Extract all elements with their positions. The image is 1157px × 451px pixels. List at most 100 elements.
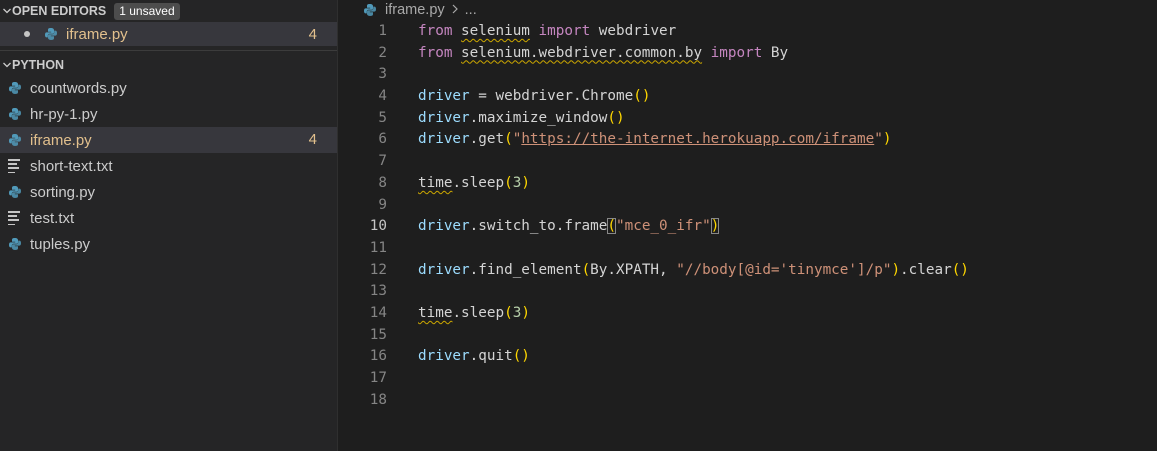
code-line[interactable]: 13 xyxy=(339,281,1157,303)
breadcrumb-symbol[interactable]: ... xyxy=(465,2,477,18)
code-token: () xyxy=(633,88,651,105)
chevron-down-icon xyxy=(2,1,12,21)
breadcrumb-file[interactable]: iframe.py xyxy=(385,2,445,18)
line-number: 10 xyxy=(369,218,387,235)
chevron-down-icon xyxy=(2,55,12,75)
line-text: driver = webdriver.Chrome() xyxy=(418,86,650,108)
code-line[interactable]: 10 driver.switch_to.frame("mce_0_ifr") xyxy=(339,216,1157,238)
code-line[interactable]: 6 driver.get("https://the-internet.heroku… xyxy=(339,129,1157,151)
code-token: from xyxy=(418,23,453,39)
code-line[interactable]: 2 from selenium.webdriver.common.by impor… xyxy=(339,43,1157,65)
python-icon xyxy=(8,133,22,147)
code-token: webdriver xyxy=(590,23,677,39)
text-file-icon xyxy=(8,159,20,174)
code-token: ( xyxy=(607,218,616,235)
code-line[interactable]: 17 xyxy=(339,368,1157,390)
file-name: sorting.py xyxy=(30,184,96,201)
file-item-sorting[interactable]: sorting.py xyxy=(0,179,337,205)
python-icon xyxy=(8,107,22,121)
line-number: 8 xyxy=(378,174,387,191)
code-token: selenium.webdriver.common.by xyxy=(461,44,703,61)
line-text: driver.maximize_window() xyxy=(418,108,625,130)
code-token: = webdriver. xyxy=(469,88,582,105)
code-line[interactable]: 16 driver.quit() xyxy=(339,346,1157,368)
code-line[interactable]: 8 time.sleep(3) xyxy=(339,173,1157,195)
line-number: 11 xyxy=(369,239,387,256)
line-number: 9 xyxy=(378,196,387,213)
code-line[interactable]: 18 xyxy=(339,390,1157,412)
line-text: driver.find_element(By.XPATH, "//body[@i… xyxy=(418,260,969,282)
code-line[interactable]: 5 driver.maximize_window() xyxy=(339,108,1157,130)
open-editors-title: OPEN EDITORS xyxy=(12,4,107,18)
code-token: .switch_to.frame xyxy=(469,218,608,235)
line-text: time.sleep(3) xyxy=(418,303,530,325)
code-editor[interactable]: iframe.py ... 1 from selenium import webd… xyxy=(339,0,1157,451)
line-number: 16 xyxy=(369,348,387,365)
line-number: 7 xyxy=(378,153,387,170)
python-icon xyxy=(8,185,22,199)
line-text: driver.quit() xyxy=(418,346,530,368)
code-line[interactable]: 3 xyxy=(339,64,1157,86)
problems-count: 4 xyxy=(308,131,317,148)
python-icon xyxy=(363,3,377,17)
code-lines[interactable]: 1 from selenium import webdriver 2 from sel… xyxy=(339,21,1157,411)
code-line[interactable]: 1 from selenium import webdriver xyxy=(339,21,1157,43)
line-number: 14 xyxy=(369,304,387,321)
line-text: from selenium.webdriver.common.by import… xyxy=(418,43,788,65)
code-token: driver xyxy=(418,348,470,365)
file-name: short-text.txt xyxy=(30,158,113,175)
unsaved-badge: 1 unsaved xyxy=(114,2,180,20)
code-token: ( xyxy=(504,131,513,148)
code-token: .quit xyxy=(469,348,513,365)
python-icon xyxy=(44,27,58,41)
file-item-countwords[interactable]: countwords.py xyxy=(0,75,337,101)
line-text: time.sleep(3) xyxy=(418,173,530,195)
open-editors-header[interactable]: OPEN EDITORS 1 unsaved xyxy=(0,0,337,22)
line-text: from selenium import webdriver xyxy=(418,21,676,43)
code-token: By xyxy=(762,44,789,61)
code-token: ) xyxy=(521,304,530,321)
line-number: 18 xyxy=(369,391,387,408)
code-token: https://the-internet.herokuapp.com/ifram… xyxy=(521,131,875,148)
line-text: driver.switch_to.frame("mce_0_ifr") xyxy=(418,216,720,238)
code-token: ( xyxy=(581,261,591,278)
code-token: () xyxy=(512,348,530,365)
unsaved-dot-icon[interactable] xyxy=(24,31,30,37)
code-token: .sleep xyxy=(452,174,505,191)
code-line[interactable]: 9 xyxy=(339,195,1157,217)
code-line[interactable]: 7 xyxy=(339,151,1157,173)
code-token: .maximize_window xyxy=(469,109,608,126)
folder-header-python[interactable]: PYTHON xyxy=(0,55,337,75)
file-item-iframe[interactable]: iframe.py 4 xyxy=(0,127,337,153)
code-line[interactable]: 4 driver = webdriver.Chrome() xyxy=(339,86,1157,108)
code-line[interactable]: 15 xyxy=(339,325,1157,347)
code-token: .get xyxy=(469,131,505,148)
code-token: ( xyxy=(504,304,513,321)
file-name: countwords.py xyxy=(30,80,127,97)
code-token: import xyxy=(710,44,763,61)
code-token: import xyxy=(538,23,591,39)
code-line[interactable]: 11 xyxy=(339,238,1157,260)
code-token: time xyxy=(418,174,453,191)
code-token: Chrome xyxy=(581,88,634,105)
file-item-hr-py-1[interactable]: hr-py-1.py xyxy=(0,101,337,127)
line-number: 12 xyxy=(369,261,387,278)
file-item-test[interactable]: test.txt xyxy=(0,205,337,231)
text-file-icon xyxy=(8,211,20,226)
line-text: driver.get("https://the-internet.herokua… xyxy=(418,129,891,151)
open-editor-item-iframe[interactable]: iframe.py 4 xyxy=(0,22,337,46)
problems-count: 4 xyxy=(308,26,317,43)
code-line[interactable]: 12 driver.find_element(By.XPATH, "//body[… xyxy=(339,260,1157,282)
section-divider xyxy=(0,50,337,51)
code-token: .sleep xyxy=(452,304,505,321)
code-line[interactable]: 14 time.sleep(3) xyxy=(339,303,1157,325)
file-item-tuples[interactable]: tuples.py xyxy=(0,231,337,257)
python-icon xyxy=(8,237,22,251)
file-item-short-text[interactable]: short-text.txt xyxy=(0,153,337,179)
line-number: 1 xyxy=(378,23,387,39)
line-number: 4 xyxy=(378,88,387,105)
